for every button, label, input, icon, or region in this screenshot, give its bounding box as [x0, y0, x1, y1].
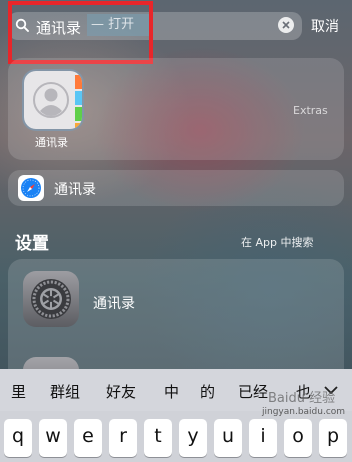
top-hit-app-label: 通讯录 — [35, 136, 68, 149]
safari-row-label: 通讯录 — [54, 182, 96, 198]
candidate-word[interactable]: 里 — [11, 381, 26, 402]
key-e[interactable]: e — [74, 419, 102, 457]
key-w[interactable]: w — [39, 419, 67, 457]
settings-result-label[interactable]: 通讯录 — [93, 293, 135, 313]
watermark-logo: Baidu 经验 — [268, 391, 336, 406]
candidate-word[interactable]: 群组 — [50, 381, 80, 402]
key-q[interactable]: q — [4, 419, 32, 457]
key-i[interactable]: i — [249, 419, 277, 457]
key-o[interactable]: o — [284, 419, 312, 457]
settings-gear-icon[interactable] — [23, 271, 79, 327]
safari-suggestion-row[interactable]: 通讯录 — [8, 170, 344, 206]
contacts-app-icon[interactable] — [22, 69, 84, 131]
contact-color-tabs — [75, 71, 82, 129]
key-p[interactable]: p — [319, 419, 347, 457]
search-in-app-link[interactable]: 在 App 中搜索 — [241, 234, 313, 250]
section-title: 设置 — [15, 234, 49, 254]
settings-results-card: 通讯录 — [8, 259, 344, 379]
clear-search-button[interactable] — [278, 17, 294, 33]
safari-icon — [18, 175, 44, 201]
watermark-url: jingyan.baidu.com — [262, 407, 346, 417]
contact-silhouette-icon — [33, 82, 69, 118]
annotation-highlight-box — [8, 1, 153, 64]
key-r[interactable]: r — [109, 419, 137, 457]
close-icon — [282, 21, 290, 29]
cancel-button[interactable]: 取消 — [311, 16, 339, 36]
key-u[interactable]: u — [214, 419, 242, 457]
key-y[interactable]: y — [179, 419, 207, 457]
candidate-word[interactable]: 好友 — [106, 381, 136, 402]
folder-label: Extras — [293, 104, 328, 117]
candidate-word[interactable]: 的 — [200, 381, 215, 402]
key-t[interactable]: t — [144, 419, 172, 457]
candidate-word[interactable]: 已经 — [238, 381, 268, 402]
top-hit-card: 通讯录 Extras — [8, 58, 344, 160]
candidate-word[interactable]: 中 — [164, 381, 179, 402]
